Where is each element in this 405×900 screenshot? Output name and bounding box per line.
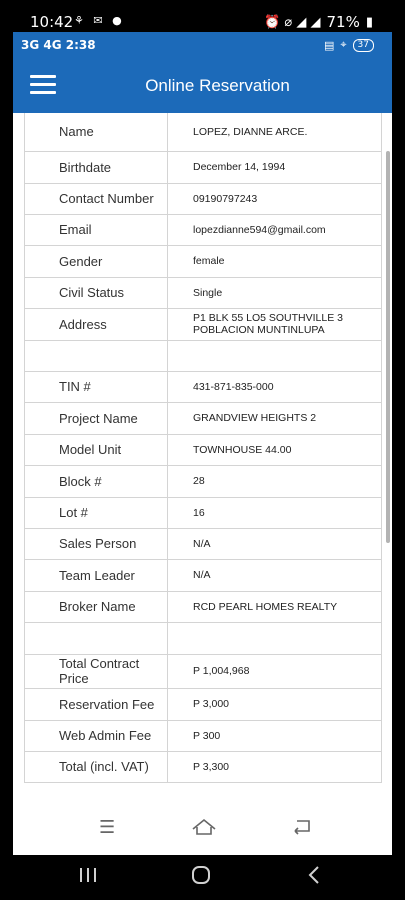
row-label: Gender [24, 244, 168, 278]
row-label: Civil Status [24, 276, 168, 309]
row-value: LOPEZ, DIANNE ARCE. [167, 113, 382, 152]
row-value [167, 621, 382, 655]
signal-icons: ⏰ ⌀ ◢ ◢ [264, 14, 321, 30]
table-row: Birthdate December 14, 1994 [24, 150, 382, 184]
table-row: Model Unit TOWNHOUSE 44.00 [24, 433, 382, 466]
table-row: Sales Person N/A [24, 527, 382, 560]
row-value: TOWNHOUSE 44.00 [167, 433, 382, 466]
menu-icon[interactable]: ☰ [99, 817, 115, 838]
inner-battery: 37 [352, 38, 374, 52]
row-value: 431-871-835-000 [167, 370, 382, 403]
notification-icons: ⚘ ✉ ● [74, 14, 125, 27]
vibrate-icon: ▤ [323, 38, 335, 52]
row-label: Name [24, 113, 168, 152]
row-value: 09190797243 [167, 182, 382, 215]
row-label: Model Unit [24, 433, 168, 466]
table-row: Web Admin Fee P 300 [24, 719, 382, 752]
row-label [24, 621, 168, 655]
row-value: December 14, 1994 [167, 150, 382, 184]
row-label: Contact Number [24, 182, 168, 215]
row-label: Lot # [24, 496, 168, 529]
row-label: Broker Name [24, 590, 168, 623]
row-label: TIN # [24, 370, 168, 403]
row-label [24, 339, 168, 372]
table-row: Gender female [24, 244, 382, 278]
row-value: GRANDVIEW HEIGHTS 2 [167, 401, 382, 435]
inner-status-bar: 3G 4G 2:38 ▤ ⌖ 37 [13, 32, 392, 58]
row-value: N/A [167, 527, 382, 560]
system-icons: ⏰ ⌀ ◢ ◢ 71% ▮ [264, 13, 373, 31]
home-icon[interactable] [191, 865, 211, 890]
row-label: Sales Person [24, 527, 168, 560]
row-value: 16 [167, 496, 382, 529]
table-row: Broker Name RCD PEARL HOMES REALTY [24, 590, 382, 623]
table-row: Contact Number 09190797243 [24, 182, 382, 215]
row-value: Single [167, 276, 382, 309]
row-label: Total Contract Price [24, 653, 168, 689]
row-label: Project Name [24, 401, 168, 435]
table-row: Address P1 BLK 55 LO5 SOUTHVILLE 3 POBLAC… [24, 307, 382, 341]
wifi-icon: ⌖ [340, 38, 347, 51]
reservation-details[interactable]: Name LOPEZ, DIANNE ARCE. Birthdate December… [13, 113, 392, 801]
row-label: Total (incl. VAT) [24, 750, 168, 783]
row-label: Address [24, 307, 168, 341]
mirrored-screen: 3G 4G 2:38 ▤ ⌖ 37 Online Reservation Nam… [13, 32, 392, 855]
recents-icon[interactable] [78, 865, 98, 889]
table-row: Project Name GRANDVIEW HEIGHTS 2 [24, 401, 382, 435]
table-row: Email lopezdianne594@gmail.com [24, 213, 382, 246]
row-label: Web Admin Fee [24, 719, 168, 752]
table-row: Team Leader N/A [24, 558, 382, 592]
row-label: Block # [24, 464, 168, 498]
table-row [24, 339, 382, 372]
app-header: Online Reservation [13, 58, 392, 113]
system-nav-bar [0, 855, 405, 900]
table-row: Total (incl. VAT) P 3,300 [24, 750, 382, 783]
table-row: Civil Status Single [24, 276, 382, 309]
row-value: N/A [167, 558, 382, 592]
table-row: Lot #16 [24, 496, 382, 529]
inner-time: 3G 4G 2:38 [21, 38, 96, 52]
row-value: P 300 [167, 719, 382, 752]
table-row: Name LOPEZ, DIANNE ARCE. [24, 113, 382, 152]
battery-level: 71% [326, 13, 360, 31]
table-row [24, 621, 382, 655]
row-label: Team Leader [24, 558, 168, 592]
row-label: Reservation Fee [24, 687, 168, 721]
row-label: Email [24, 213, 168, 246]
row-value: P1 BLK 55 LO5 SOUTHVILLE 3 POBLACION MUN… [167, 307, 382, 341]
row-value: RCD PEARL HOMES REALTY [167, 590, 382, 623]
back-icon[interactable] [291, 817, 313, 840]
scrollbar[interactable] [386, 151, 390, 543]
table-row: Total Contract Price P 1,004,968 [24, 653, 382, 689]
table-row: Reservation Fee P 3,000 [24, 687, 382, 721]
row-value: P 3,000 [167, 687, 382, 721]
row-value [167, 339, 382, 372]
back-icon[interactable] [306, 865, 322, 890]
row-value: P 3,300 [167, 750, 382, 783]
row-value: P 1,004,968 [167, 653, 382, 689]
app-nav-bar: ☰ [13, 801, 392, 855]
device-time: 10:42 [30, 13, 74, 31]
row-label: Birthdate [24, 150, 168, 184]
home-icon[interactable] [191, 817, 217, 842]
row-value: female [167, 244, 382, 278]
row-value: 28 [167, 464, 382, 498]
details-table: Name LOPEZ, DIANNE ARCE. Birthdate December… [24, 113, 382, 783]
table-row: Block #28 [24, 464, 382, 498]
table-row: TIN #431-871-835-000 [24, 370, 382, 403]
battery-icon: ▮ [365, 14, 373, 30]
row-value: lopezdianne594@gmail.com [167, 213, 382, 246]
page-title: Online Reservation [145, 76, 290, 95]
